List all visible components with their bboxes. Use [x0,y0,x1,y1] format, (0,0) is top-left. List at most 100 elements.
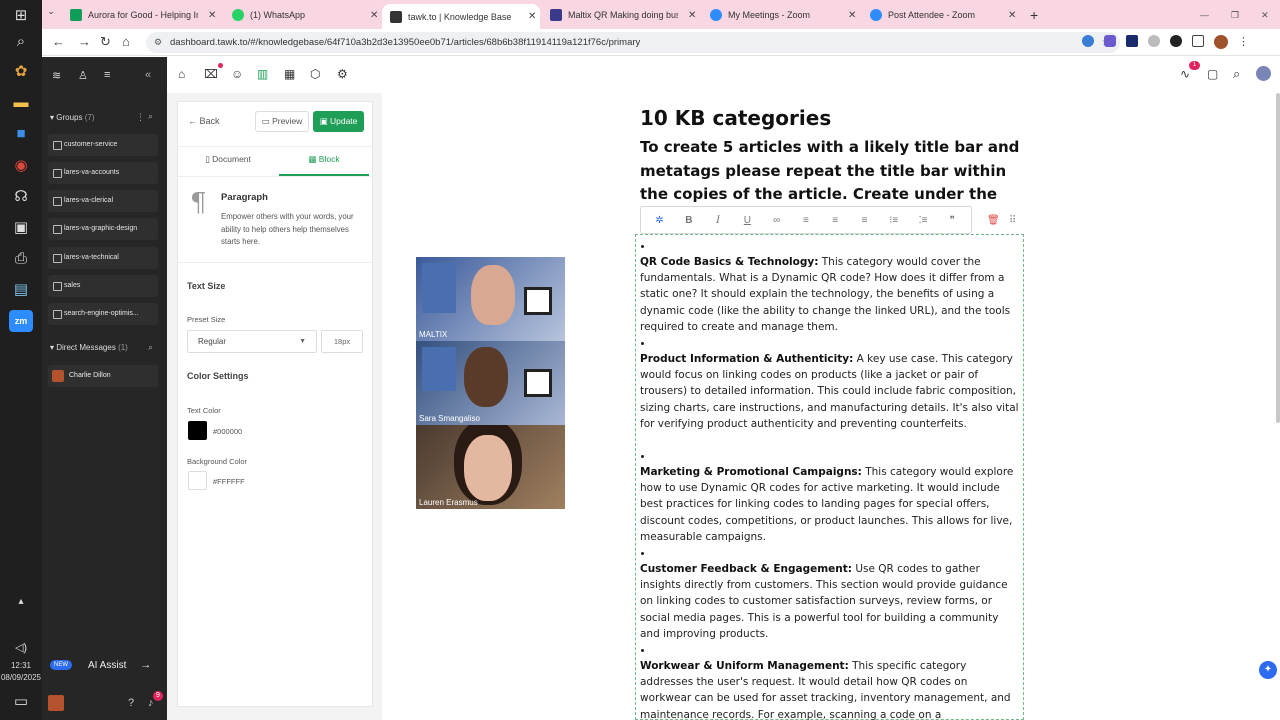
filter-icon[interactable]: ≡ [104,69,110,81]
chrome-icon[interactable]: ◉ [9,154,33,176]
settings-icon[interactable]: ⚙ [337,67,348,81]
browser-tab[interactable]: Maltix QR Making doing busine ✕ [542,4,700,26]
address-bar[interactable]: ⚙ dashboard.tawk.to/#/knowledgebase/64f7… [146,32,1120,53]
volume-icon[interactable]: ◁) [9,636,33,658]
home-icon[interactable]: ⌂ [122,34,130,49]
close-icon[interactable]: ✕ [848,10,856,21]
close-icon[interactable]: ✕ [528,11,536,22]
minimize-icon[interactable]: — [1200,10,1209,20]
quote-icon[interactable]: ❞ [943,215,961,226]
more-icon[interactable]: ⋮ [136,112,145,123]
profile-avatar[interactable] [1256,66,1271,81]
extension-icon[interactable] [1148,35,1160,47]
extension-icon[interactable] [1170,35,1182,47]
ordered-list-icon[interactable]: ⁝≡ [885,215,903,226]
contacts-icon[interactable]: ☺ [231,67,243,81]
search-icon[interactable]: ⌕ [148,111,153,122]
scrollbar[interactable] [1276,93,1280,423]
sidebar-group-item[interactable]: sales [48,275,158,297]
folder-icon[interactable]: ▬ [9,91,33,113]
tab-document[interactable]: ▯ Document [178,147,278,176]
reports-icon[interactable]: ▦ [284,67,295,81]
dm-header[interactable]: ▾ Direct Messages (1) [50,343,128,352]
addons-icon[interactable]: ⬡ [310,67,320,81]
delete-icon[interactable]: 🗑 [987,215,1000,226]
help-icon[interactable]: ? [128,697,134,709]
collapse-icon[interactable]: « [145,69,151,81]
bg-color-value[interactable]: #FFFFFF [213,477,245,486]
terminal-icon[interactable]: ▣ [9,216,33,238]
menu-dots-icon[interactable]: ⋮ [1238,35,1249,49]
browser-tab[interactable]: Aurora for Good - Helping Imp ✕ [62,4,222,26]
user-icon[interactable]: ♙ [78,69,88,82]
video-tile[interactable]: Lauren Erasmus [416,425,565,509]
ai-assist-button[interactable]: NEW AI Assist → [50,654,167,676]
zoom-icon[interactable]: zm [9,310,33,332]
windows-start-icon[interactable]: ⊞ [9,4,33,26]
store-icon[interactable]: ■ [9,122,33,144]
article-title[interactable]: 10 KB categories [640,106,831,130]
notification-icon[interactable]: ▭ [9,690,33,712]
assistant-fab-icon[interactable]: ✦ [1259,661,1277,679]
reload-icon[interactable]: ↻ [100,34,111,50]
new-tab-button[interactable]: + [1022,4,1046,26]
link-icon[interactable]: ∞ [768,215,786,226]
clock[interactable]: 12:31 08/09/2025 [0,660,42,684]
bg-color-swatch[interactable] [188,471,207,490]
sidebar-group-item[interactable]: lares-va-technical [48,247,158,269]
video-tile[interactable]: Sara Smangaliso [416,341,565,425]
align-right-icon[interactable]: ≡ [855,215,873,226]
app-icon[interactable]: ✿ [9,60,33,82]
preset-size-select[interactable]: Regular ▼ [187,330,317,353]
update-button[interactable]: ▣ Update [313,111,364,132]
knowledge-base-icon[interactable]: ▥ [257,67,268,81]
bell-icon[interactable]: ♪ [148,697,154,709]
underline-icon[interactable]: U [738,215,756,226]
list-item[interactable]: Marketing & Promotional Campaigns: This … [640,464,1020,545]
close-icon[interactable]: ✕ [1008,10,1016,21]
tab-search-icon[interactable]: ⌄ [44,6,58,20]
video-tile[interactable]: MALTIX [416,257,565,341]
search-icon[interactable]: ⌕ [9,30,33,52]
notes-icon[interactable]: ▤ [9,278,33,300]
extension-icon[interactable] [1082,35,1094,47]
puzzle-icon[interactable] [1192,35,1204,47]
preview-button[interactable]: ▭ Preview [255,111,309,132]
extension-icon[interactable] [1104,35,1116,47]
tray-icons[interactable]: ▴ [9,590,33,612]
sidebar-group-item[interactable]: lares-va-clerical [48,190,158,212]
italic-icon[interactable]: I [709,215,727,226]
list-item[interactable]: QR Code Basics & Technology: This catego… [640,254,1020,335]
list-item[interactable]: Workwear & Uniform Management: This spec… [640,658,1020,720]
browser-tab[interactable]: Post Attendee - Zoom ✕ [862,4,1020,26]
sidebar-group-item[interactable]: lares-va-accounts [48,162,158,184]
list-item[interactable]: Product Information & Authenticity: A ke… [640,351,1020,432]
back-icon[interactable]: ← [52,34,65,49]
magic-icon[interactable]: ✲ [651,215,669,226]
search-icon[interactable]: ⌕ [1233,66,1240,82]
browser-tab[interactable]: (1) WhatsApp ✕ [224,4,384,26]
close-icon[interactable]: ✕ [688,10,696,21]
align-left-icon[interactable]: ≡ [797,215,815,226]
text-color-value[interactable]: #000000 [213,427,242,436]
browser-tab[interactable]: My Meetings - Zoom ✕ [702,4,860,26]
headset-icon[interactable]: ☊ [9,185,33,207]
sidebar-group-item[interactable]: customer-service [48,134,158,156]
layers-icon[interactable]: ≋ [52,69,61,82]
sidebar-group-item[interactable]: search-engine-optimis... [48,303,158,325]
drag-handle-icon[interactable]: ⠿ [1009,215,1016,226]
chat-icon[interactable]: ▢ [1207,67,1218,81]
groups-header[interactable]: ▾ Groups (7) [50,113,95,122]
bold-icon[interactable]: B [680,215,698,226]
browser-tab-active[interactable]: tawk.to | Knowledge Base ✕ [382,4,540,29]
back-button[interactable]: ← Back [188,116,220,126]
avatar[interactable] [48,695,64,711]
inbox-icon[interactable]: ⌧ [204,67,218,81]
dm-item[interactable]: Charlie Dillon [48,365,158,387]
close-icon[interactable]: ✕ [208,10,216,21]
close-window-icon[interactable]: ✕ [1261,10,1269,21]
forward-icon[interactable]: → [78,34,91,49]
home-icon[interactable]: ⌂ [178,67,185,81]
close-icon[interactable]: ✕ [370,10,378,21]
activity-icon[interactable]: ∿ [1180,67,1190,81]
